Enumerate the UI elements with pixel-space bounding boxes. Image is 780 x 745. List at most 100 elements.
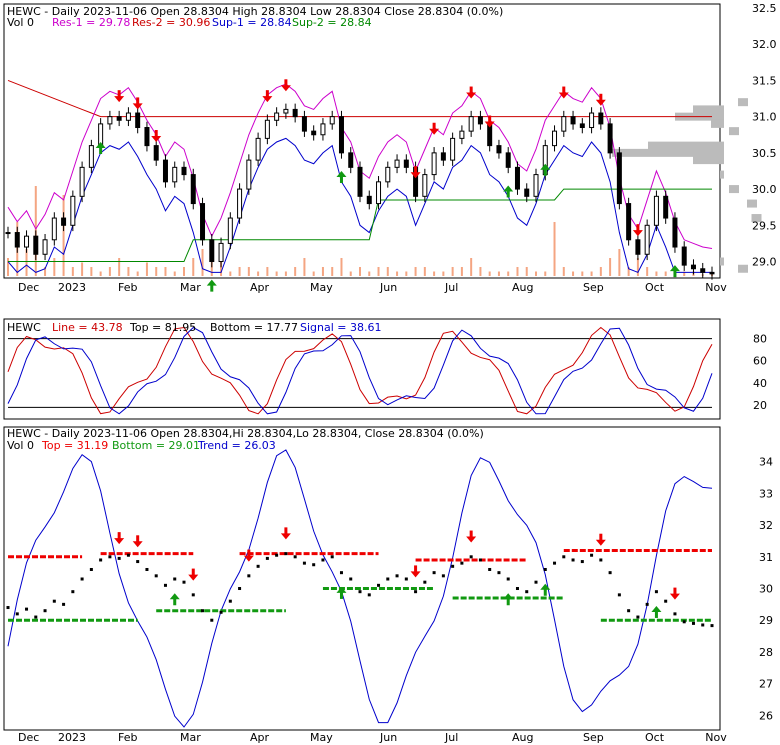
candle-body <box>524 188 530 197</box>
candle-body <box>153 145 159 161</box>
candle-body <box>162 159 168 183</box>
volume-bar <box>145 262 148 276</box>
candle-body <box>255 137 261 161</box>
candle-body <box>125 112 131 121</box>
trend-price-mark <box>99 558 103 562</box>
trend-price-mark <box>349 577 353 581</box>
volume-bar <box>646 267 649 276</box>
volume-bar <box>25 249 28 276</box>
trend-price-mark <box>636 615 640 619</box>
volume-profile-bar <box>711 119 724 128</box>
volume-bar <box>108 267 111 276</box>
candle-body <box>70 195 76 226</box>
volume-bar <box>581 271 584 276</box>
candle-body <box>690 264 696 270</box>
price-y-tick-label: 30.0 <box>752 183 777 196</box>
volume-bar <box>284 271 287 276</box>
volume-bar <box>99 271 102 276</box>
volume-bar <box>599 267 602 276</box>
volume-bar <box>451 267 454 276</box>
trend-price-mark <box>599 558 603 562</box>
volume-bar <box>590 271 593 276</box>
trend-y-tick-label: 30 <box>759 583 773 596</box>
stoch-y-tick-label: 60 <box>753 355 767 368</box>
price-x-tick-label: May <box>310 281 333 294</box>
volume-bar <box>414 267 417 276</box>
trend-price-mark <box>691 621 695 625</box>
trend-price-mark <box>543 567 547 571</box>
trend-price-mark <box>404 577 408 581</box>
candle-body <box>292 108 298 118</box>
volume-bar <box>257 271 260 276</box>
candle-body <box>403 159 409 168</box>
trend-price-mark <box>571 558 575 562</box>
trend-price-mark <box>432 571 436 575</box>
candle-body <box>385 166 391 183</box>
trend-price-mark <box>34 615 38 619</box>
trend-price-mark <box>25 607 29 611</box>
trend-price-mark <box>145 567 149 571</box>
trend-price-mark <box>710 624 714 628</box>
volume-bar <box>303 258 306 276</box>
candle-body <box>357 166 363 197</box>
volume-profile-bar <box>729 185 739 194</box>
candle-body <box>440 152 446 161</box>
trend-price-mark <box>451 564 455 568</box>
trend-price-mark <box>228 599 232 603</box>
price-y-tick-label: 32.0 <box>752 38 777 51</box>
volume-bar <box>183 267 185 276</box>
trend-price-mark <box>284 552 288 556</box>
candle-body <box>135 112 141 129</box>
candle-body <box>552 130 558 147</box>
candle-body <box>88 145 94 168</box>
trend-y-tick-label: 34 <box>759 456 773 469</box>
candle-body <box>5 232 11 235</box>
candle-body <box>533 174 539 197</box>
volume-bar <box>192 258 195 276</box>
trend-price-mark <box>367 593 371 597</box>
stoch-y-tick-label: 20 <box>753 399 767 412</box>
volume-bar <box>460 267 463 276</box>
trend-price-mark <box>136 560 140 564</box>
trend-price-mark <box>395 574 399 578</box>
candle-body <box>459 130 465 139</box>
trend-price-mark <box>525 590 529 594</box>
candle-body <box>561 116 567 132</box>
volume-bar <box>562 267 565 276</box>
trend-price-mark <box>441 574 445 578</box>
trend-x-tick-label: Jun <box>379 731 397 744</box>
volume-bar <box>636 258 639 276</box>
volume-bar <box>349 271 352 276</box>
trend-price-mark <box>71 590 75 594</box>
candle-body <box>107 116 113 125</box>
candle-body <box>227 217 233 244</box>
candle-body <box>338 116 344 154</box>
trend-price-mark <box>247 574 251 578</box>
trend-y-tick-label: 31 <box>759 551 773 564</box>
volume-bar <box>275 271 278 276</box>
trend-price-mark <box>469 555 473 559</box>
candle-body <box>589 112 595 129</box>
price-x-tick-label: 2023 <box>58 281 86 294</box>
price-x-tick-label: Apr <box>250 281 270 294</box>
trend-price-mark <box>377 583 381 587</box>
stoch-ticker: HEWC <box>7 321 41 334</box>
trend-y-tick-label: 32 <box>759 519 773 532</box>
volume-bar <box>81 262 84 276</box>
volume-profile-bar <box>693 156 724 165</box>
trend-price-mark <box>275 553 279 557</box>
volume-bar <box>655 271 658 276</box>
volume-bar <box>553 222 556 276</box>
volume-bar <box>507 271 510 276</box>
volume-bar <box>405 271 408 276</box>
candle-body <box>607 123 613 154</box>
candle-body <box>653 195 659 226</box>
volume-profile-bar <box>738 264 748 273</box>
candle-body <box>283 108 289 114</box>
volume-profile-bar <box>720 257 724 266</box>
volume-profile-bar <box>738 98 748 107</box>
price-x-tick-label: Aug <box>512 281 533 294</box>
candle-body <box>320 123 326 136</box>
trend-x-tick-label: Mar <box>180 731 201 744</box>
volume-bar <box>396 271 399 276</box>
